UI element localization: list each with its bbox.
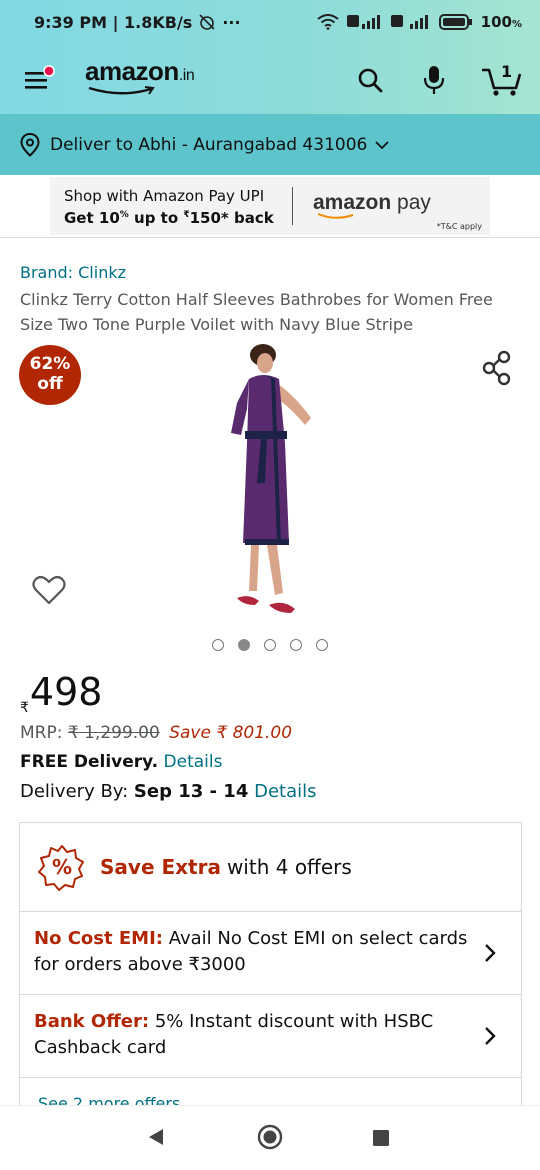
- banner-line-2: Get 10% up to ₹150* back: [64, 206, 274, 228]
- cart-count: 1: [501, 62, 513, 81]
- cart-button[interactable]: 1: [480, 62, 524, 98]
- delivery-date-line: Delivery By: Sep 13 - 14 Details: [20, 781, 316, 802]
- location-pin-icon: [20, 132, 40, 157]
- delivery-date: Sep 13 - 14: [133, 781, 249, 802]
- promo-banner: Shop with Amazon Pay UPI Get 10% up to ₹…: [0, 175, 540, 238]
- banner-line2-amt: 150*: [189, 209, 229, 227]
- free-delivery-details-link[interactable]: Details: [158, 752, 223, 772]
- offers-count-text: with 4 offers: [226, 855, 352, 879]
- logo-tld: .in: [178, 67, 195, 84]
- chevron-right-icon: [485, 944, 496, 962]
- carousel-dot-active[interactable]: [238, 639, 250, 651]
- banner-line2-pct: %: [119, 210, 129, 220]
- free-delivery-line: FREE Delivery. Details: [20, 752, 222, 772]
- microphone-icon: [423, 66, 445, 94]
- battery-icon: [438, 14, 472, 30]
- offer-label: Bank Offer:: [34, 1011, 150, 1032]
- banner-divider: [292, 187, 293, 225]
- banner-line2-prefix: Get 10: [64, 209, 120, 227]
- back-button[interactable]: [146, 1126, 166, 1152]
- product-bathrobe-illustration: [231, 344, 311, 613]
- offer-row-no-cost-emi[interactable]: No Cost EMI: Avail No Cost EMI on select…: [20, 912, 521, 995]
- image-carousel-dots: [212, 639, 328, 651]
- top-nav: amazon.in 1: [0, 44, 540, 114]
- product-image[interactable]: [215, 343, 325, 618]
- mrp-label: MRP:: [20, 723, 68, 743]
- amazon-pay-banner[interactable]: Shop with Amazon Pay UPI Get 10% up to ₹…: [50, 177, 490, 235]
- menu-button[interactable]: [22, 62, 58, 98]
- heart-icon: [32, 575, 66, 605]
- percent-badge-icon: %: [38, 845, 84, 891]
- battery-unit: %: [511, 19, 522, 30]
- delivery-details-link[interactable]: Details: [248, 781, 316, 802]
- logo-wordmark: amazon: [85, 56, 179, 86]
- delivery-location-bar[interactable]: Deliver to Abhi - Aurangabad 431006: [0, 114, 540, 175]
- discount-badge: 62% off: [19, 345, 81, 405]
- signal-icon: [346, 15, 380, 29]
- price: ₹ 498: [20, 670, 102, 716]
- offers-header: % Save Extra with 4 offers: [20, 823, 521, 912]
- recents-square-icon: [373, 1130, 389, 1146]
- voice-search-button[interactable]: [416, 62, 452, 98]
- battery-level: 100: [480, 13, 512, 31]
- wishlist-button[interactable]: [32, 574, 66, 606]
- menu-icon: [25, 65, 55, 89]
- offers-highlight: Save Extra: [100, 855, 221, 879]
- back-triangle-icon: [149, 1129, 163, 1145]
- banner-terms-note: *T&C apply: [436, 222, 482, 231]
- mrp-line: MRP: ₹ 1,299.00 Save ₹ 801.00: [20, 723, 292, 743]
- carousel-dot[interactable]: [264, 639, 276, 651]
- logo-smile-icon: [88, 86, 155, 95]
- search-button[interactable]: [352, 62, 388, 98]
- carousel-dot[interactable]: [316, 639, 328, 651]
- banner-line2-suffix: back: [228, 209, 274, 227]
- svg-text:%: %: [52, 855, 72, 879]
- chevron-right-icon: [485, 1027, 496, 1045]
- banner-line2-mid: up to: [128, 209, 184, 227]
- carousel-dot[interactable]: [212, 639, 224, 651]
- signal-icon-2: [390, 15, 428, 29]
- share-icon: [482, 350, 511, 386]
- home-button[interactable]: [257, 1124, 283, 1154]
- banner-line-1: Shop with Amazon Pay UPI: [64, 187, 265, 205]
- pay-logo-brand: amazon: [313, 191, 392, 214]
- status-time: 9:39 PM | 1.8KB/s: [34, 12, 193, 32]
- search-icon: [358, 68, 383, 93]
- delivery-by-label: Delivery By:: [20, 781, 134, 802]
- brand-link[interactable]: Brand: Clinkz: [20, 263, 126, 282]
- delivery-address: Deliver to Abhi - Aurangabad 431006: [50, 134, 368, 155]
- product-title: Clinkz Terry Cotton Half Sleeves Bathrob…: [20, 290, 493, 334]
- savings-text: Save ₹ 801.00: [169, 723, 293, 743]
- pay-smile-icon: [317, 213, 354, 219]
- see-more-offers-link[interactable]: See 2 more offers: [20, 1078, 521, 1108]
- mrp-value: ₹ 1,299.00: [67, 723, 160, 743]
- amazon-logo[interactable]: amazon.in: [85, 56, 195, 100]
- offer-row-bank-offer[interactable]: Bank Offer: 5% Instant discount with HSB…: [20, 995, 521, 1078]
- carousel-dot[interactable]: [290, 639, 302, 651]
- amazon-pay-logo: amazon pay: [313, 191, 431, 219]
- currency-symbol: ₹: [20, 700, 29, 716]
- alarm-off-icon: [199, 14, 215, 30]
- price-value: 498: [29, 670, 103, 714]
- status-bar: 9:39 PM | 1.8KB/s ··· 100%: [0, 0, 540, 44]
- recents-button[interactable]: [372, 1129, 390, 1151]
- chevron-down-icon: [375, 140, 389, 149]
- home-circle-icon: [257, 1124, 283, 1150]
- wifi-icon: [317, 14, 339, 30]
- offers-panel: % Save Extra with 4 offers No Cost EMI: …: [19, 822, 522, 1112]
- pay-logo-pay: pay: [391, 191, 431, 214]
- offer-label: No Cost EMI:: [34, 928, 163, 949]
- free-delivery-label: FREE Delivery.: [20, 752, 159, 772]
- discount-off-label: off: [37, 374, 63, 394]
- discount-percent: 62%: [29, 354, 71, 374]
- status-more-dots: ···: [222, 12, 241, 32]
- share-button[interactable]: [482, 350, 514, 386]
- system-nav-bar: [0, 1105, 540, 1170]
